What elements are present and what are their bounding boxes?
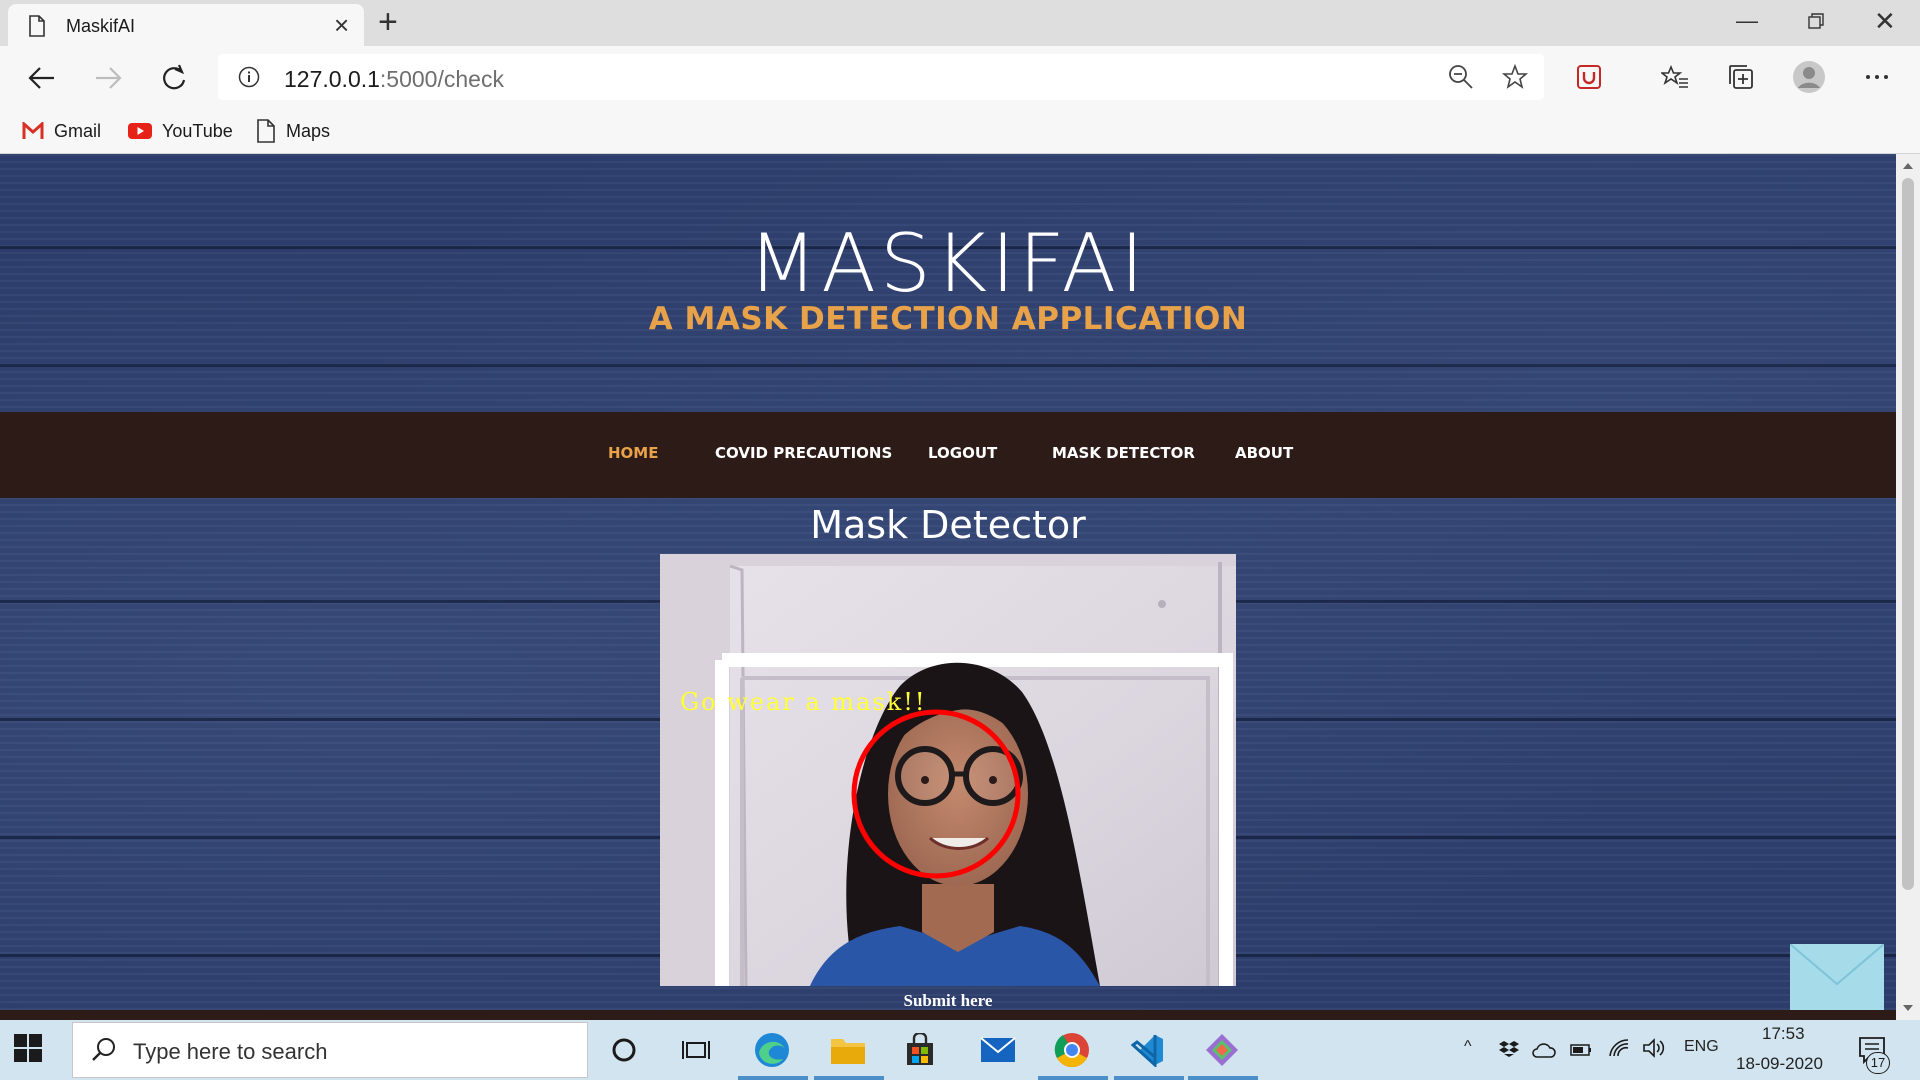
url-text[interactable]: 127.0.0.1:5000/check [284, 66, 504, 93]
active-app-indicator [1188, 1076, 1258, 1080]
forward-icon[interactable] [88, 58, 128, 98]
bookmark-label: Maps [286, 120, 331, 141]
detection-label: Go wear a mask!! [680, 688, 927, 716]
microsoft-store-icon[interactable] [900, 1030, 940, 1070]
extension-icon[interactable] [1572, 60, 1606, 94]
tab-title: MaskifAI [66, 16, 136, 36]
nav-home[interactable]: HOME [608, 444, 658, 462]
address-bar[interactable]: 127.0.0.1:5000/check [218, 54, 1544, 100]
scroll-thumb[interactable] [1902, 178, 1914, 890]
page-scrollbar[interactable] [1896, 154, 1920, 1020]
windows-taskbar: Type here to search ^ ENG 17:53 18-09-20… [0, 1020, 1920, 1080]
active-app-indicator [814, 1076, 884, 1080]
site-subtitle: A MASK DETECTION APPLICATION [648, 301, 1248, 337]
git-app-icon[interactable] [1202, 1030, 1242, 1070]
refresh-icon[interactable] [154, 58, 194, 98]
notification-badge: 17 [1866, 1052, 1890, 1074]
vscode-icon[interactable] [1128, 1030, 1168, 1070]
edge-browser-icon[interactable] [752, 1030, 792, 1070]
info-icon[interactable] [238, 66, 260, 88]
search-icon [92, 1038, 115, 1061]
more-options-icon[interactable] [1860, 60, 1894, 94]
battery-icon[interactable] [1570, 1044, 1592, 1056]
close-tab-icon[interactable]: × [334, 10, 349, 40]
new-tab-icon[interactable]: + [378, 4, 398, 40]
browser-tab-bar: MaskifAI × + — ✕ [0, 0, 1920, 46]
bookmark-gmail[interactable]: Gmail [22, 116, 101, 146]
clock-time[interactable]: 17:53 [1762, 1024, 1805, 1044]
browser-toolbar: 127.0.0.1:5000/check [0, 46, 1920, 108]
section-title: Mask Detector [810, 503, 1086, 547]
profile-avatar-icon[interactable] [1792, 60, 1826, 94]
mail-widget[interactable] [1789, 943, 1885, 1010]
bookmark-label: YouTube [162, 120, 233, 141]
collections-icon[interactable] [1724, 60, 1758, 94]
onedrive-cloud-icon[interactable] [1532, 1042, 1556, 1058]
favorite-star-icon[interactable] [1502, 64, 1528, 90]
site-header: MASKIFAI A MASK DETECTION APPLICATION [0, 154, 1896, 412]
windows-start-icon[interactable] [14, 1034, 42, 1062]
close-window-icon[interactable]: ✕ [1874, 6, 1896, 36]
taskbar-search-box[interactable]: Type here to search [72, 1022, 588, 1078]
web-page: MASKIFAI A MASK DETECTION APPLICATION HO… [0, 154, 1896, 1020]
wifi-icon[interactable] [1608, 1038, 1630, 1058]
nav-about[interactable]: ABOUT [1235, 444, 1293, 462]
volume-icon[interactable] [1642, 1038, 1666, 1058]
restore-icon[interactable] [1808, 13, 1824, 29]
page-icon [257, 119, 275, 143]
zoom-icon[interactable] [1448, 64, 1474, 90]
scroll-down-icon[interactable] [1902, 1002, 1914, 1014]
site-title: MASKIFAI [748, 217, 1148, 310]
page-icon [29, 15, 45, 37]
nav-covid-precautions[interactable]: COVID PRECAUTIONS [715, 444, 892, 462]
show-hidden-icons-icon[interactable]: ^ [1464, 1038, 1472, 1056]
scroll-up-icon[interactable] [1902, 160, 1914, 172]
active-app-indicator [1038, 1076, 1108, 1080]
task-view-icon[interactable] [676, 1030, 716, 1070]
favorites-icon[interactable] [1658, 60, 1692, 94]
search-placeholder: Type here to search [133, 1039, 328, 1064]
file-explorer-icon[interactable] [828, 1030, 868, 1070]
main-nav: HOME COVID PRECAUTIONS LOGOUT MASK DETEC… [0, 412, 1896, 498]
language-indicator[interactable]: ENG [1684, 1038, 1719, 1056]
clock-date[interactable]: 18-09-2020 [1736, 1054, 1823, 1074]
chrome-icon[interactable] [1052, 1030, 1092, 1070]
cortana-icon[interactable] [604, 1030, 644, 1070]
gmail-icon [22, 122, 44, 139]
bookmark-label: Gmail [54, 120, 102, 141]
bookmark-youtube[interactable]: YouTube [128, 116, 233, 146]
back-icon[interactable] [22, 58, 62, 98]
envelope-icon [1789, 943, 1885, 986]
bookmark-maps[interactable]: Maps [256, 116, 330, 146]
dropbox-icon[interactable] [1498, 1040, 1520, 1058]
webcam-image [660, 554, 1236, 986]
mail-icon[interactable] [978, 1030, 1018, 1070]
nav-mask-detector[interactable]: MASK DETECTOR [1052, 444, 1195, 462]
footer-strip [0, 1010, 1896, 1020]
active-app-indicator [738, 1076, 808, 1080]
nav-logout[interactable]: LOGOUT [928, 444, 997, 462]
browser-tab[interactable]: MaskifAI × [8, 4, 364, 46]
active-app-indicator [1114, 1076, 1184, 1080]
minimize-icon[interactable]: — [1736, 6, 1758, 36]
camera-feed: Go wear a mask!! [660, 554, 1236, 986]
youtube-icon [128, 123, 152, 139]
bookmarks-bar: Gmail YouTube Maps [0, 108, 1920, 154]
